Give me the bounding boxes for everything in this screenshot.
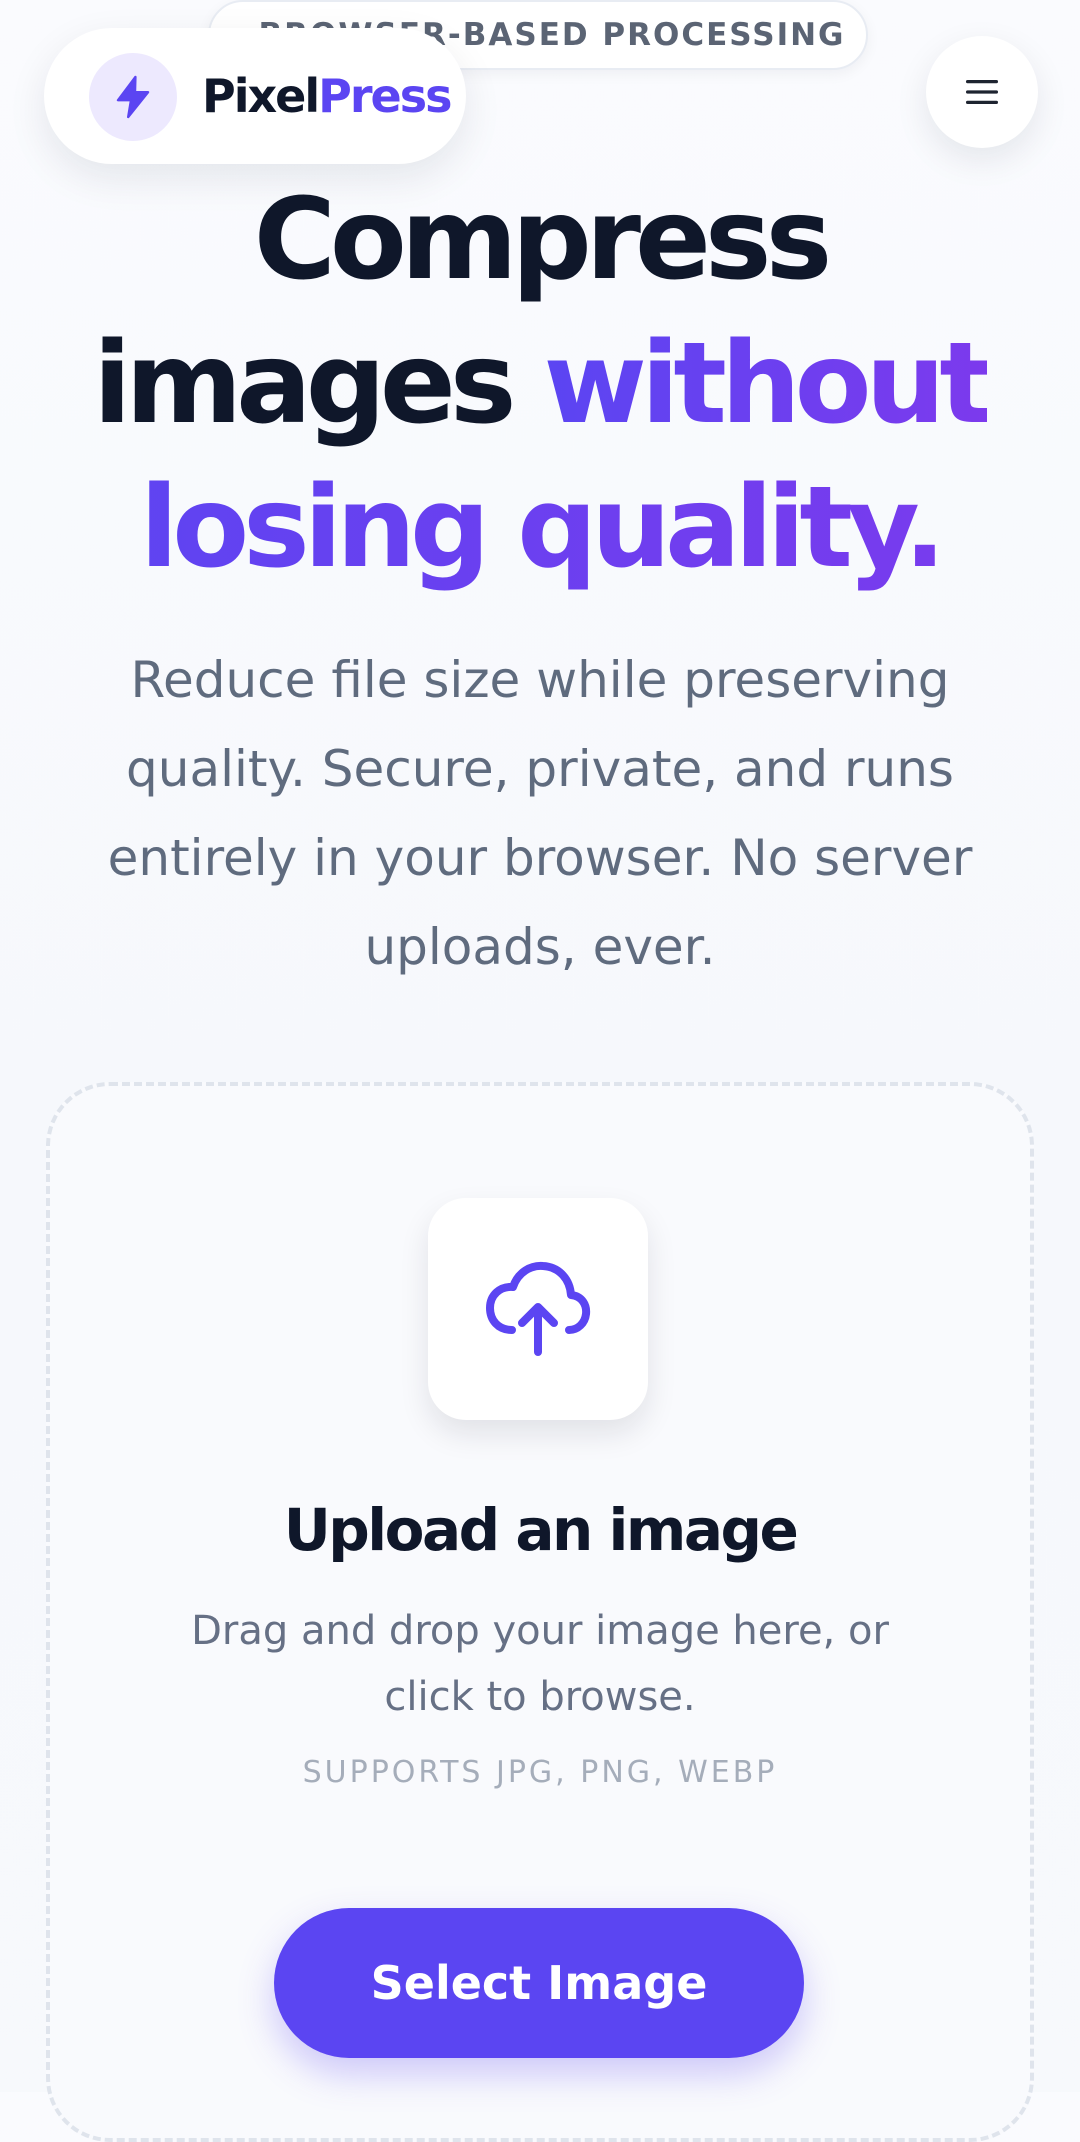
- upload-icon-container: [428, 1198, 648, 1420]
- hero-title-line3: losing quality.: [0, 456, 1080, 600]
- hero-title-line2: images without: [0, 312, 1080, 456]
- hero-subtitle: Reduce file size while preserving qualit…: [107, 651, 973, 976]
- supported-formats: SUPPORTS JPG, PNG, WEBP: [302, 1755, 778, 1790]
- hero-title-line1: Compress: [253, 175, 833, 305]
- select-image-button[interactable]: Select Image: [274, 1908, 804, 2058]
- cloud-upload-icon: [485, 1260, 591, 1358]
- menu-button[interactable]: [926, 36, 1038, 148]
- logo-text-press: Press: [318, 69, 452, 123]
- hero-title-without: without: [543, 319, 993, 449]
- lightning-bolt-icon: [89, 53, 177, 141]
- hero-title: Compress images without losing quality.: [0, 168, 1080, 600]
- hamburger-menu-icon: [965, 78, 999, 106]
- logo-wordmark: PixelPress: [202, 66, 452, 126]
- logo-link[interactable]: PixelPress: [44, 28, 466, 164]
- upload-title: Upload an image: [283, 1496, 799, 1564]
- hero-title-images: images: [93, 319, 544, 449]
- upload-description: Drag and drop your image here, or click …: [191, 1608, 889, 1720]
- logo-text-pixel: Pixel: [202, 69, 320, 123]
